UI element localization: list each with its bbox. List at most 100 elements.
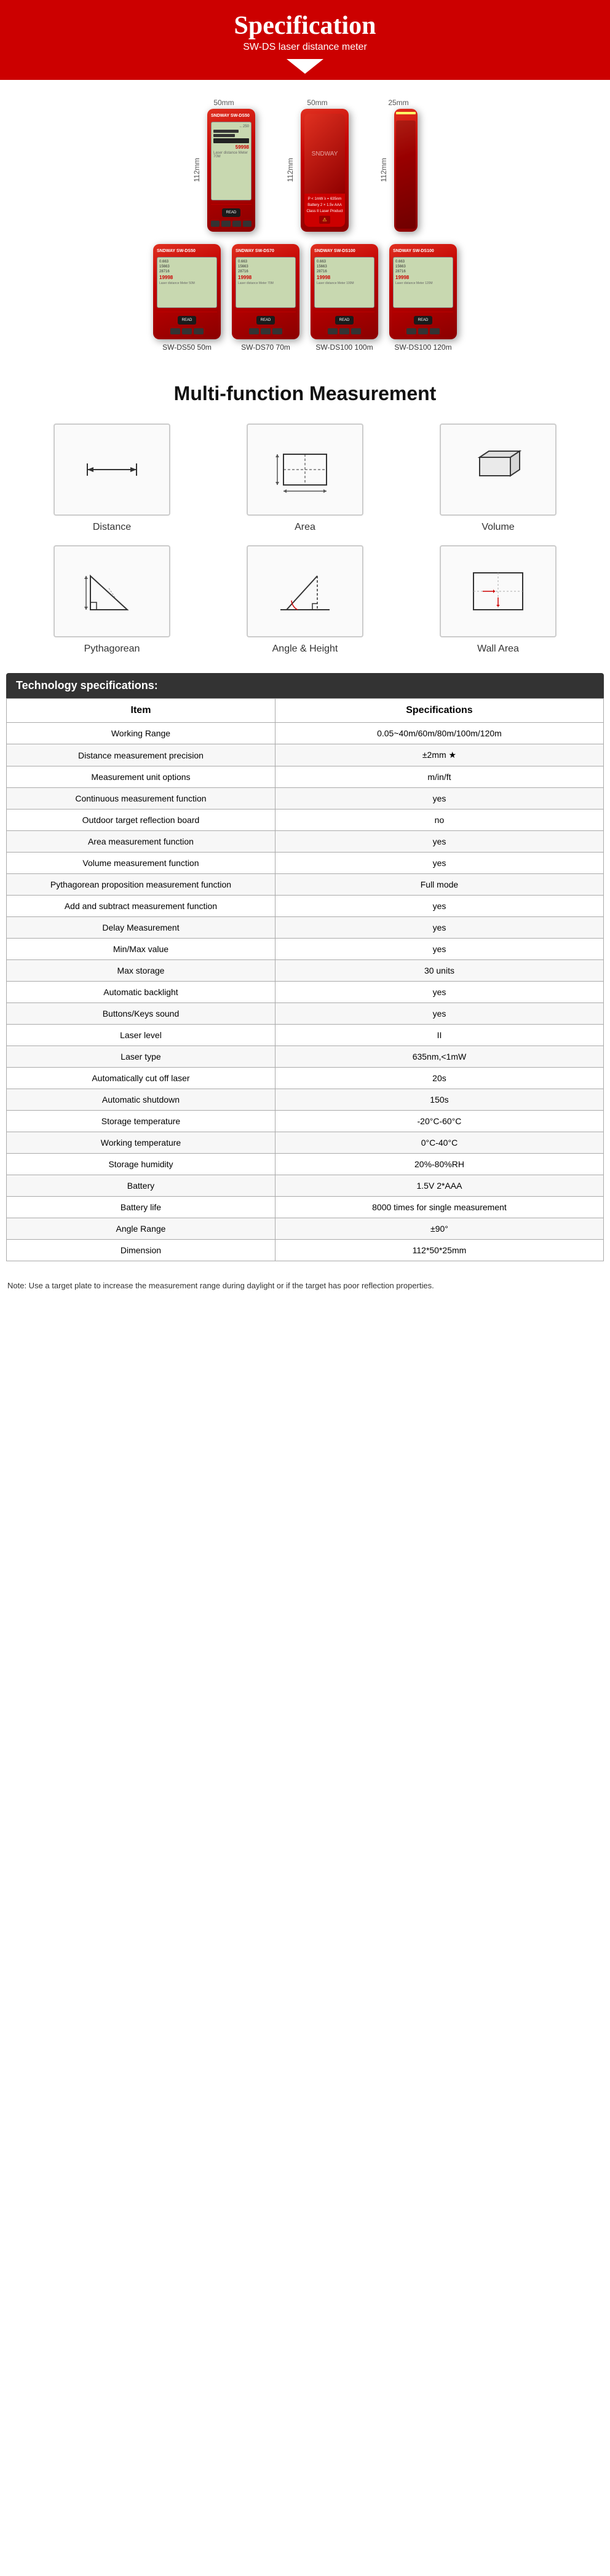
table-row: Outdoor target reflection board no	[7, 809, 604, 831]
product-2-container: 112mm SNDWAY P < 1mW λ = 635nm Battery 2…	[286, 109, 349, 232]
product-variant-2: SNDWAY SW-DS70 0.663 15663 28716 19998 L…	[232, 244, 299, 352]
spec-item-19: Working temperature	[7, 1132, 275, 1154]
table-row: Storage temperature -20°C-60°C	[7, 1111, 604, 1132]
label-ds100: SW-DS100 100m	[315, 343, 373, 352]
col-spec-header: Specifications	[275, 699, 603, 723]
extra-btns-ds70	[236, 328, 296, 334]
spec-item-12: Automatic backlight	[7, 982, 275, 1003]
spec-item-5: Area measurement function	[7, 831, 275, 853]
spec-item-3: Continuous measurement function	[7, 788, 275, 809]
btn-2-ds100[interactable]	[339, 328, 349, 334]
spec-item-1: Distance measurement precision	[7, 744, 275, 766]
bottom-products-section: SNDWAY SW-DS50 0.663 15663 28716 19998 L…	[0, 238, 610, 364]
table-row: Measurement unit options m/in/ft	[7, 766, 604, 788]
back-class: Class II Laser Product	[306, 210, 343, 213]
btn-2-ds70[interactable]	[261, 328, 271, 334]
btn-3-ds50[interactable]	[194, 328, 204, 334]
btn-a-1[interactable]	[211, 221, 220, 227]
brand-ds120: SNDWAY SW-DS100	[393, 249, 453, 253]
top-products-section: 50mm 112mm SNDWAY SW-DS50 ←250 59998 Las…	[0, 80, 610, 238]
table-row: Working Range 0.05~40m/60m/80m/100m/120m	[7, 723, 604, 744]
col-item-header: Item	[7, 699, 275, 723]
spec-item-7: Pythagorean proposition measurement func…	[7, 874, 275, 896]
btn-3-ds100[interactable]	[351, 328, 361, 334]
spec-item-23: Angle Range	[7, 1218, 275, 1240]
btn-2-ds50[interactable]	[182, 328, 192, 334]
spec-value-17: 150s	[275, 1089, 603, 1111]
page-subtitle: SW-DS laser distance meter	[6, 42, 604, 53]
spec-value-2: m/in/ft	[275, 766, 603, 788]
device-side	[394, 109, 418, 232]
spec-value-13: yes	[275, 1003, 603, 1025]
read-btn-1[interactable]: READ	[222, 208, 240, 217]
btn-b-1[interactable]	[221, 221, 230, 227]
btn-row-ds120: READ	[393, 316, 453, 325]
spec-item-10: Min/Max value	[7, 939, 275, 960]
spec-item-11: Max storage	[7, 960, 275, 982]
device-front: SNDWAY SW-DS50 ←250 59998 Laser distance…	[207, 109, 255, 232]
btn-3-ds120[interactable]	[430, 328, 440, 334]
spec-value-1: ±2mm ★	[275, 744, 603, 766]
spec-value-24: 112*50*25mm	[275, 1240, 603, 1261]
measurement-distance: Distance	[25, 423, 199, 533]
spec-item-2: Measurement unit options	[7, 766, 275, 788]
back-panel: SNDWAY	[304, 114, 345, 194]
table-row: Battery life 8000 times for single measu…	[7, 1197, 604, 1218]
spec-value-18: -20°C-60°C	[275, 1111, 603, 1132]
table-row: Pythagorean proposition measurement func…	[7, 874, 604, 896]
btn-1-ds100[interactable]	[328, 328, 338, 334]
label-ds70: SW-DS70 70m	[241, 343, 290, 352]
read-btn-ds100[interactable]: READ	[335, 316, 354, 325]
brand-ds50: SNDWAY SW-DS50	[157, 249, 217, 253]
extra-btns-ds120	[393, 328, 453, 334]
spec-item-13: Buttons/Keys sound	[7, 1003, 275, 1025]
spec-value-19: 0°C-40°C	[275, 1132, 603, 1154]
table-row: Dimension 112*50*25mm	[7, 1240, 604, 1261]
table-row: Laser type 635nm,<1mW	[7, 1046, 604, 1068]
distance-icon	[81, 442, 143, 497]
pythagorean-icon	[81, 564, 143, 619]
note-text: Note: Use a target plate to increase the…	[7, 1281, 434, 1290]
table-row: Battery 1.5V 2*AAA	[7, 1175, 604, 1197]
spec-value-8: yes	[275, 896, 603, 917]
btn-c-1[interactable]	[232, 221, 241, 227]
pythagorean-icon-box	[53, 545, 170, 637]
measurement-area: Area	[218, 423, 392, 533]
btn-d-1[interactable]	[243, 221, 252, 227]
spec-value-7: Full mode	[275, 874, 603, 896]
read-btn-ds50[interactable]: READ	[178, 316, 196, 325]
specs-section: Technology specifications: Item Specific…	[0, 667, 610, 1274]
read-btn-ds120[interactable]: READ	[414, 316, 432, 325]
btn-1-ds120[interactable]	[406, 328, 416, 334]
spec-value-11: 30 units	[275, 960, 603, 982]
product-1-container: 112mm SNDWAY SW-DS50 ←250 59998 Laser di…	[192, 109, 255, 232]
btn-2-ds120[interactable]	[418, 328, 428, 334]
spec-item-21: Battery	[7, 1175, 275, 1197]
header-section: Specification SW-DS laser distance meter	[0, 0, 610, 80]
label-ds50: SW-DS50 50m	[162, 343, 212, 352]
screen-ds50: 0.663 15663 28716 19998 Laser distance M…	[157, 257, 217, 308]
device-ds120: SNDWAY SW-DS100 0.663 15663 28716 19998 …	[389, 244, 457, 339]
spec-value-15: 635nm,<1mW	[275, 1046, 603, 1068]
btn-row-ds50: READ	[157, 316, 217, 325]
dim-50mm-1: 50mm	[213, 98, 234, 107]
read-btn-ds70[interactable]: READ	[256, 316, 275, 325]
btn-1-ds70[interactable]	[249, 328, 259, 334]
volume-icon-box	[440, 423, 557, 516]
device-ds70: SNDWAY SW-DS70 0.663 15663 28716 19998 L…	[232, 244, 299, 339]
spec-value-9: yes	[275, 917, 603, 939]
wall-icon-box	[440, 545, 557, 637]
spec-item-4: Outdoor target reflection board	[7, 809, 275, 831]
product-front-view: 50mm 112mm SNDWAY SW-DS50 ←250 59998 Las…	[192, 98, 255, 232]
table-row: Buttons/Keys sound yes	[7, 1003, 604, 1025]
back-battery-info: Battery 2 × 1.5v AAA	[307, 203, 342, 207]
spec-value-23: ±90°	[275, 1218, 603, 1240]
product-3-container: 112mm	[379, 109, 418, 232]
product-variant-3: SNDWAY SW-DS100 0.663 15663 28716 19998 …	[311, 244, 378, 352]
brand-ds100: SNDWAY SW-DS100	[314, 249, 374, 253]
spec-item-8: Add and subtract measurement function	[7, 896, 275, 917]
area-icon	[274, 442, 336, 497]
btn-1-ds50[interactable]	[170, 328, 180, 334]
product-back-view: 50mm 112mm SNDWAY P < 1mW λ = 635nm Batt…	[286, 98, 349, 232]
btn-3-ds70[interactable]	[272, 328, 282, 334]
